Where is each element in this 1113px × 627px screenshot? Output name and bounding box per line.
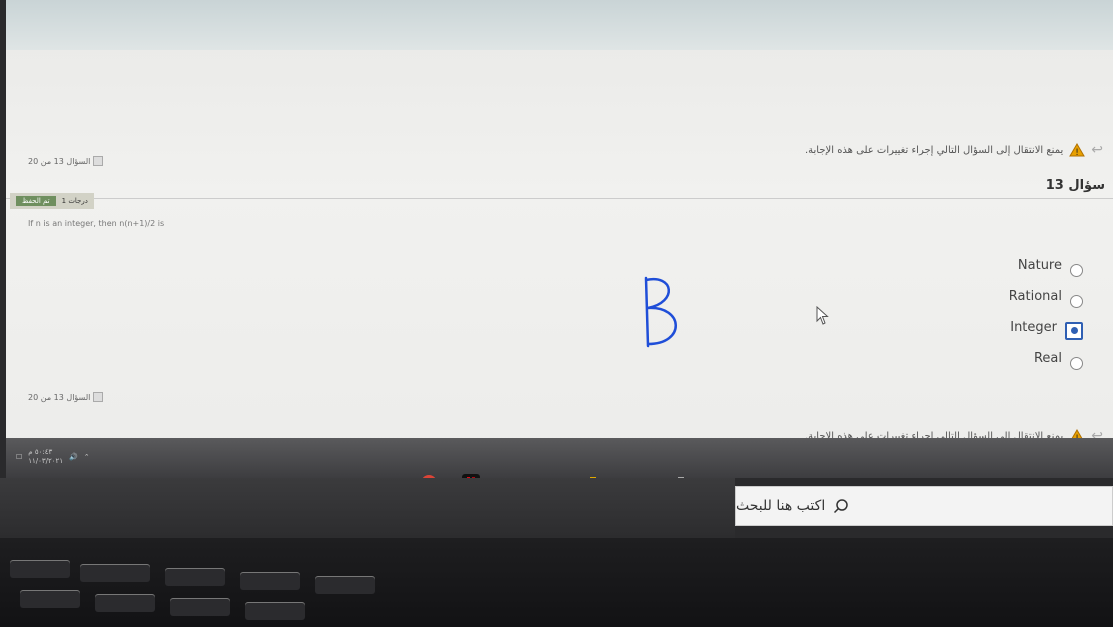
keyboard-key: [165, 568, 225, 586]
radio-button-selected[interactable]: [1065, 321, 1083, 340]
saved-button[interactable]: تم الحفظ: [16, 196, 56, 206]
option-label: Rational: [1008, 289, 1062, 304]
keyboard-key: [20, 590, 80, 608]
keyboard-key: [315, 576, 375, 594]
option-label: Integer: [1010, 320, 1057, 335]
counter-checkbox[interactable]: [93, 156, 104, 166]
warning-top: ↩ ! يمنع الانتقال إلى السؤال التالي إجرا…: [805, 142, 1103, 158]
radio-button[interactable]: [1070, 357, 1083, 370]
option-integer[interactable]: Integer: [1009, 312, 1083, 343]
browser-top-bar: [6, 0, 1113, 50]
keyboard-key: [240, 572, 300, 590]
option-rational[interactable]: Rational: [1009, 281, 1083, 312]
option-nature[interactable]: Nature: [1009, 250, 1083, 281]
clock-date: ١١/٠٣/٢٠٢١: [28, 457, 64, 465]
keyboard-key: [10, 560, 70, 578]
windows-taskbar: [6, 438, 1113, 478]
clock[interactable]: ٥٠:٤٣ م ١١/٠٣/٢٠٢١: [28, 448, 63, 466]
taskbar-search-box[interactable]: اكتب هنا للبحث: [735, 486, 1113, 526]
question-title: سؤال 13: [1045, 178, 1105, 193]
notification-icon[interactable]: ☐: [16, 453, 22, 461]
laptop-keyboard: [0, 538, 1113, 627]
back-arrow-icon[interactable]: ↩: [1091, 142, 1103, 158]
keyboard-key: [95, 594, 155, 612]
counter-checkbox[interactable]: [93, 392, 104, 402]
grade-label: 1 درجات: [61, 197, 88, 205]
search-icon: [834, 499, 848, 514]
volume-icon[interactable]: 🔊: [69, 453, 78, 461]
question-counter-text: السؤال 13 من 20: [28, 392, 91, 402]
handwritten-annotation: [644, 276, 677, 348]
keyboard-key: [170, 598, 230, 616]
grade-box: تم الحفظ 1 درجات: [10, 193, 94, 209]
option-label: Nature: [1017, 258, 1062, 273]
radio-button[interactable]: [1070, 295, 1083, 308]
question-counter-bottom: السؤال 13 من 20: [28, 392, 104, 402]
option-real[interactable]: Real: [1009, 343, 1083, 374]
search-placeholder: اكتب هنا للبحث: [736, 498, 826, 514]
warning-icon: !: [1069, 143, 1086, 157]
warning-text: يمنع الانتقال إلى السؤال التالي إجراء تغ…: [804, 144, 1064, 156]
system-tray: ☐ ٥٠:٤٣ م ١١/٠٣/٢٠٢١ 🔊 ⌃: [16, 448, 90, 466]
svg-text:!: !: [1075, 148, 1079, 157]
tray-chevron-icon[interactable]: ⌃: [84, 453, 90, 461]
clock-time: ٥٠:٤٣ م: [28, 448, 53, 456]
option-label: Real: [1033, 351, 1062, 366]
laptop-bezel: [0, 478, 735, 538]
keyboard-key: [245, 602, 305, 620]
keyboard-key: [80, 564, 150, 582]
screen: ↩ ! يمنع الانتقال إلى السؤال التالي إجرا…: [6, 0, 1113, 478]
radio-button[interactable]: [1070, 264, 1083, 277]
question-counter-text: السؤال 13 من 20: [28, 156, 91, 166]
question-counter-top: السؤال 13 من 20: [28, 156, 104, 166]
answer-options: Nature Rational Integer Real: [1009, 250, 1083, 374]
question-text: If n is an integer, then n(n+1)/2 is: [28, 219, 165, 228]
divider: [6, 198, 1113, 199]
mouse-cursor-icon: [816, 306, 829, 325]
